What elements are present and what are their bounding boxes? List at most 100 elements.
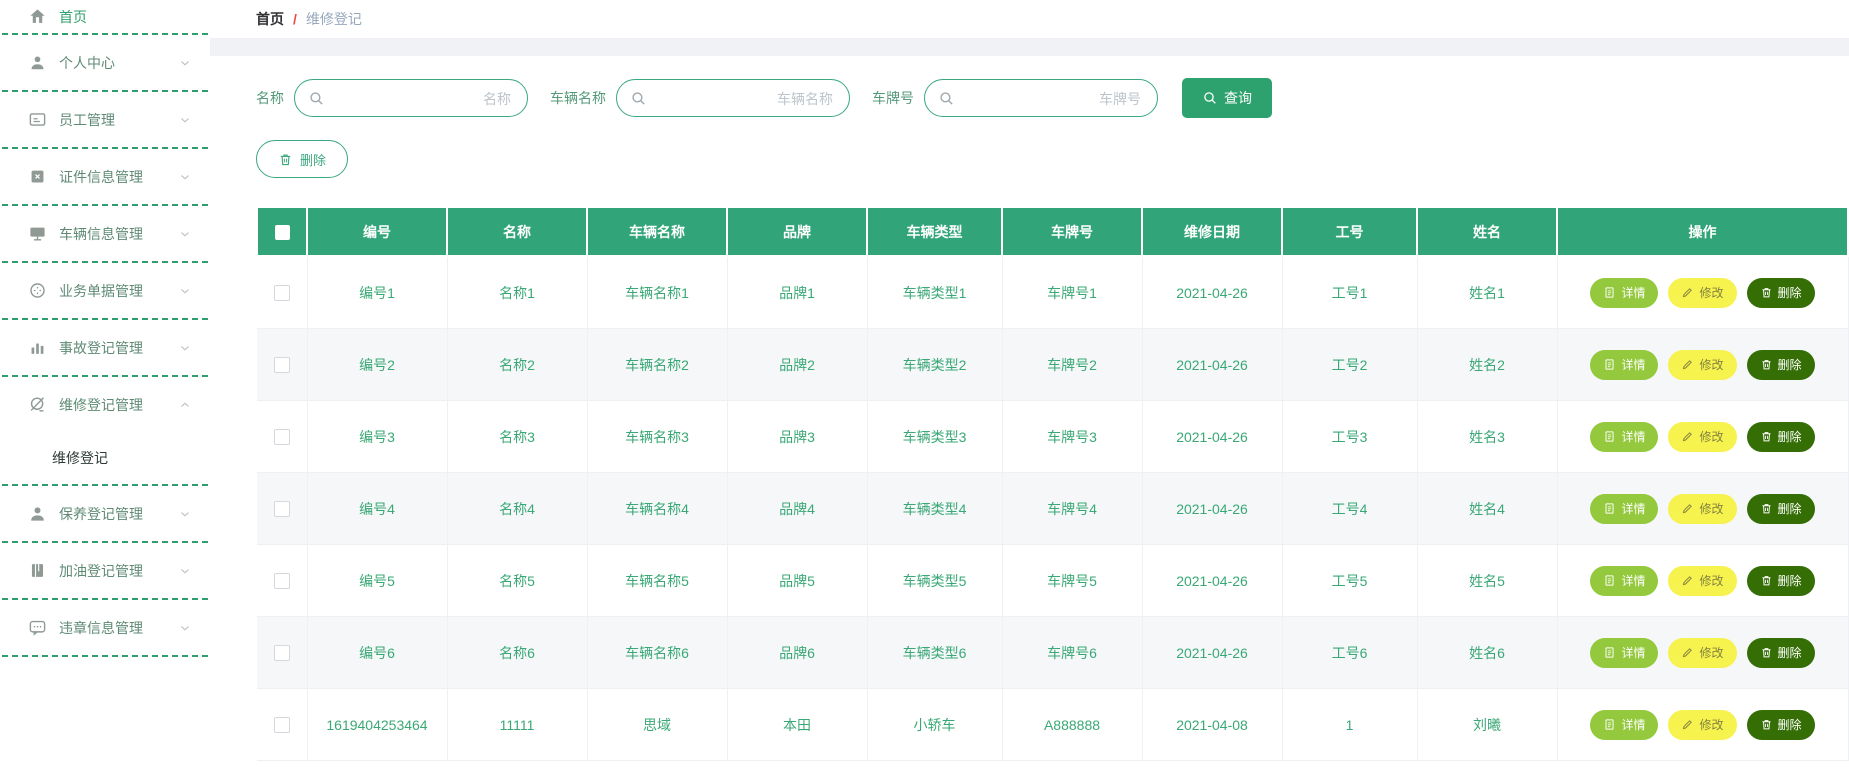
document-icon (1605, 575, 1614, 586)
row-delete-button[interactable]: 删除 (1746, 493, 1815, 524)
row-checkbox[interactable] (273, 645, 290, 662)
row-delete-button[interactable]: 删除 (1746, 421, 1815, 452)
table-cell: 姓名4 (1417, 472, 1558, 545)
column-header: 车辆类型 (866, 206, 1003, 257)
search-label-plate-number: 车牌号 (872, 90, 914, 106)
sidebar-subitem-repair-register[interactable]: 维修登记 (0, 432, 210, 484)
row-checkbox[interactable] (273, 357, 290, 374)
table-cell: 车牌号6 (1002, 616, 1143, 689)
sidebar-item-refuel[interactable]: 加油登记管理 (0, 543, 210, 598)
query-button[interactable]: 查询 (1182, 78, 1272, 118)
table-cell: 小轿车 (867, 688, 1003, 761)
chevron-down-icon (181, 625, 189, 631)
certificate-icon (31, 170, 44, 183)
search-icon (1204, 92, 1216, 104)
table-cell: 车牌号2 (1002, 328, 1143, 401)
plate-number-input[interactable] (959, 80, 1143, 118)
row-detail-button[interactable]: 详情 (1590, 421, 1659, 452)
sidebar-item-profile[interactable]: 个人中心 (0, 35, 210, 90)
row-detail-label: 详情 (1621, 646, 1646, 660)
sidebar-item-maintenance[interactable]: 保养登记管理 (0, 486, 210, 541)
batch-delete-button[interactable]: 删除 (256, 140, 349, 178)
table-cell: 车辆名称2 (587, 328, 728, 401)
sidebar-item-business-orders[interactable]: 业务单据管理 (0, 263, 210, 318)
row-detail-button[interactable]: 详情 (1590, 493, 1659, 524)
table-cell: 工号2 (1282, 328, 1418, 401)
row-delete-button[interactable]: 删除 (1746, 349, 1815, 380)
sidebar-item-label: 保养登记管理 (59, 505, 143, 522)
sidebar-item-accidents[interactable]: 事故登记管理 (0, 320, 210, 375)
sidebar-item-vehicles[interactable]: 车辆信息管理 (0, 206, 210, 261)
breadcrumb-home-link[interactable]: 首页 (256, 9, 284, 29)
pen-icon (1683, 648, 1693, 658)
table-cell: 工号1 (1282, 256, 1418, 329)
sidebar-item-certificates[interactable]: 证件信息管理 (0, 149, 210, 204)
row-checkbox[interactable] (273, 501, 290, 518)
column-header: 品牌 (726, 206, 868, 257)
row-detail-button[interactable]: 详情 (1590, 565, 1659, 596)
row-edit-label: 修改 (1699, 718, 1724, 732)
table-cell: 姓名2 (1417, 328, 1558, 401)
table-cell: 思域 (587, 688, 728, 761)
table-row: 编号1 名称1 车辆名称1 品牌1 车辆类型1 车牌号1 2021-04-26 工号1 姓名1 详… (257, 256, 1849, 329)
trash-icon (1761, 720, 1771, 730)
trash-icon (1761, 576, 1771, 586)
table-cell: 品牌2 (727, 328, 868, 401)
row-edit-button[interactable]: 修改 (1668, 421, 1737, 452)
row-detail-button[interactable]: 详情 (1590, 277, 1659, 308)
sidebar-item-staff[interactable]: 员工管理 (0, 92, 210, 147)
sidebar-item-repairs[interactable]: 维修登记管理 (0, 377, 210, 432)
row-checkbox[interactable] (273, 429, 290, 446)
pen-icon (1683, 432, 1693, 442)
table-cell: 车辆名称4 (587, 472, 728, 545)
row-delete-button[interactable]: 删除 (1746, 637, 1815, 668)
chevron-down-icon (181, 174, 189, 180)
bell-off-icon (30, 397, 44, 412)
column-header: 名称 (446, 206, 588, 257)
table-cell: 11111 (447, 688, 588, 761)
table-row: 编号3 名称3 车辆名称3 品牌3 车辆类型3 车牌号3 2021-04-26 工号3 姓名3 详… (257, 400, 1849, 473)
row-checkbox[interactable] (273, 285, 290, 302)
chevron-down-icon (181, 117, 189, 123)
row-delete-button[interactable]: 删除 (1746, 565, 1815, 596)
table-cell: 2021-04-26 (1142, 472, 1283, 545)
sidebar-item-violations[interactable]: 违章信息管理 (0, 600, 210, 655)
table-row: 1619404253464 11111 思域 本田 小轿车 A888888 2021-04-… (257, 688, 1849, 761)
table-cell: 车牌号4 (1002, 472, 1143, 545)
sidebar-item-home[interactable]: 首页 (0, 0, 210, 33)
row-checkbox[interactable] (273, 717, 290, 734)
table-cell: 名称3 (447, 400, 588, 473)
row-edit-button[interactable]: 修改 (1668, 565, 1737, 596)
column-header: 车辆名称 (586, 206, 728, 257)
table-cell: 名称2 (447, 328, 588, 401)
row-detail-button[interactable]: 详情 (1590, 349, 1659, 380)
row-checkbox[interactable] (273, 573, 290, 590)
row-detail-button[interactable]: 详情 (1590, 709, 1659, 740)
row-edit-button[interactable]: 修改 (1668, 637, 1737, 668)
row-delete-button[interactable]: 删除 (1746, 709, 1815, 740)
select-all-checkbox[interactable] (274, 224, 290, 240)
table-cell: 品牌6 (727, 616, 868, 689)
table-cell: 工号4 (1282, 472, 1418, 545)
name-input[interactable] (329, 80, 513, 118)
breadcrumb-current: 维修登记 (305, 11, 362, 27)
row-edit-button[interactable]: 修改 (1668, 709, 1737, 740)
trash-icon (1761, 648, 1771, 658)
query-button-label: 查询 (1224, 90, 1252, 106)
sidebar-item-label: 证件信息管理 (59, 168, 143, 185)
table-cell: 车辆类型4 (867, 472, 1003, 545)
table-cell: 名称1 (447, 256, 588, 329)
row-edit-button[interactable]: 修改 (1668, 349, 1737, 380)
vehicle-name-input[interactable] (651, 80, 835, 118)
row-delete-button[interactable]: 删除 (1746, 277, 1815, 308)
table-cell: 工号6 (1282, 616, 1418, 689)
chevron-down-icon (181, 288, 189, 294)
toolbar: 删除 (256, 140, 1849, 178)
row-edit-button[interactable]: 修改 (1668, 277, 1737, 308)
search-icon (310, 92, 323, 105)
row-edit-button[interactable]: 修改 (1668, 493, 1737, 524)
trash-icon (280, 153, 291, 165)
table-cell: 2021-04-08 (1142, 688, 1283, 761)
document-icon (1605, 647, 1614, 658)
row-detail-button[interactable]: 详情 (1590, 637, 1659, 668)
